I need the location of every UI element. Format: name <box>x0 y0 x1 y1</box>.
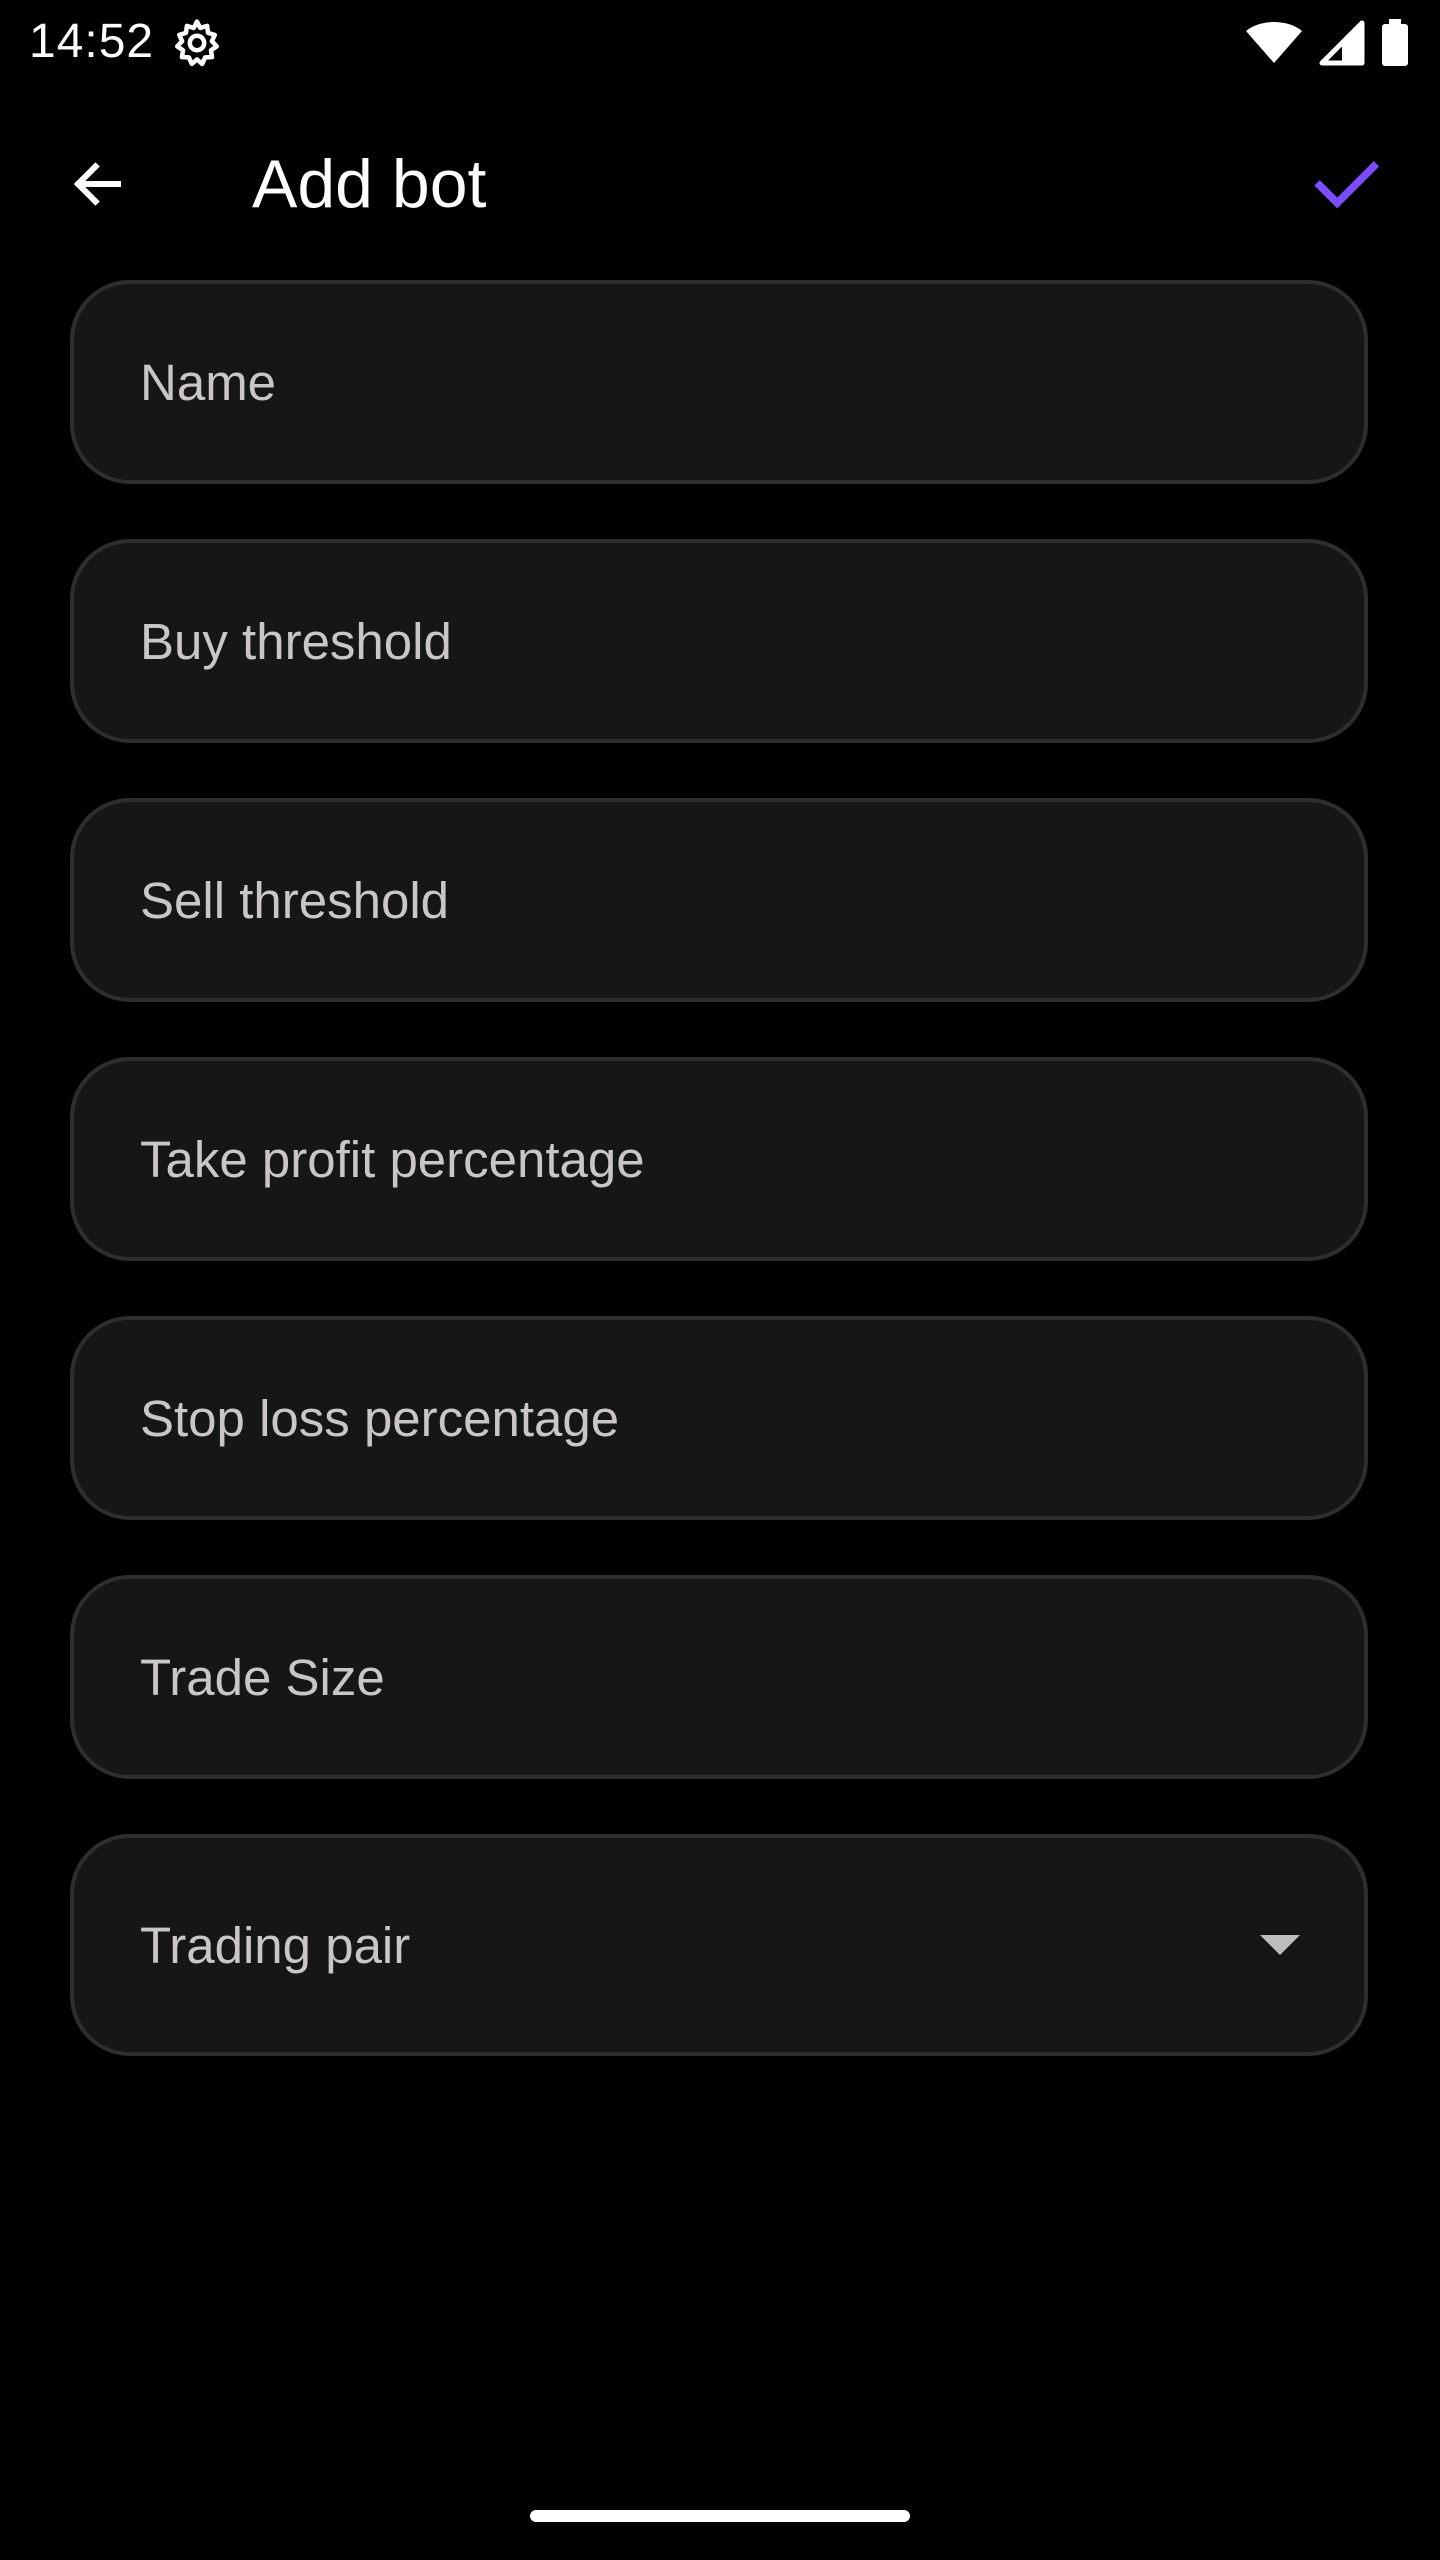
dropdown-arrow-icon <box>1260 1838 1300 2052</box>
status-time: 14:52 <box>29 15 155 68</box>
stop-loss-percentage-field-label: Stop loss percentage <box>140 1389 620 1447</box>
gesture-navigation-bar[interactable] <box>530 2510 910 2522</box>
name-field[interactable]: Name <box>70 280 1368 484</box>
status-icons <box>1244 16 1410 70</box>
arrow-back-icon <box>73 162 121 206</box>
trade-size-field[interactable]: Trade Size <box>70 1575 1368 1779</box>
cellular-signal-icon <box>1319 20 1365 66</box>
stop-loss-percentage-field[interactable]: Stop loss percentage <box>70 1316 1368 1520</box>
confirm-button[interactable] <box>1294 136 1398 232</box>
name-field-label: Name <box>140 353 277 411</box>
sell-threshold-field[interactable]: Sell threshold <box>70 798 1368 1002</box>
battery-icon <box>1382 19 1408 66</box>
back-button[interactable] <box>50 136 146 232</box>
trading-pair-label: Trading pair <box>140 1916 411 1974</box>
trade-size-field-label: Trade Size <box>140 1648 385 1706</box>
settings-gear-icon <box>174 19 220 67</box>
trading-pair-dropdown[interactable]: Trading pair <box>70 1834 1368 2056</box>
page-title: Add bot <box>252 146 487 222</box>
app-bar: Add bot <box>0 96 1440 268</box>
take-profit-percentage-field[interactable]: Take profit percentage <box>70 1057 1368 1261</box>
status-bar: 14:52 <box>0 0 1440 84</box>
buy-threshold-field-label: Buy threshold <box>140 612 452 670</box>
check-icon <box>1314 161 1380 209</box>
take-profit-percentage-field-label: Take profit percentage <box>140 1130 645 1188</box>
sell-threshold-field-label: Sell threshold <box>140 871 450 929</box>
wifi-icon <box>1246 22 1302 63</box>
buy-threshold-field[interactable]: Buy threshold <box>70 539 1368 743</box>
